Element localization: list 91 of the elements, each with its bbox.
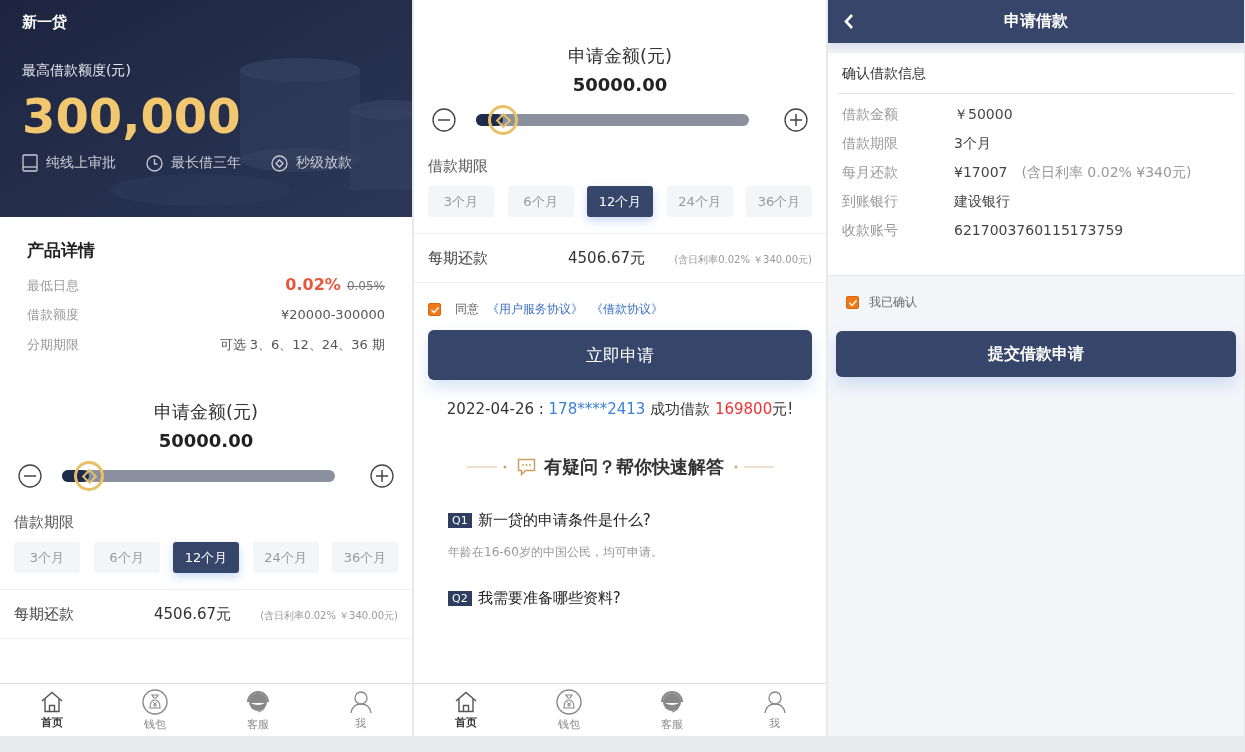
- app-title: 新一贷: [22, 13, 67, 32]
- limit-amount: 300,000: [22, 87, 241, 146]
- term-option[interactable]: 3个月: [14, 542, 80, 573]
- clock-icon: [146, 154, 163, 172]
- amount-value: 50000.00: [158, 430, 254, 451]
- repayment-note: (含日利率0.02% ￥340.00元): [260, 609, 398, 623]
- faq-question[interactable]: 新一贷的申请条件是什么?: [477, 511, 651, 530]
- minus-icon[interactable]: [18, 464, 42, 488]
- limit-label: 最高借款额度(元): [22, 62, 131, 80]
- repayment-value: 4506.67元: [154, 605, 232, 624]
- agreement-link[interactable]: 《借款协议》: [591, 301, 663, 318]
- repayment-note: (含日利率0.02% ￥340.00元): [674, 253, 812, 267]
- feature-text: 秒级放款: [296, 154, 352, 172]
- info-label: 收款账号: [842, 221, 899, 240]
- tab-label[interactable]: 钱包: [143, 716, 166, 732]
- repayment-value: 4506.67元: [568, 249, 646, 268]
- agreement-link[interactable]: 《用户服务协议》: [487, 301, 583, 318]
- user-icon[interactable]: [348, 689, 373, 714]
- slider-thumb[interactable]: [488, 105, 519, 135]
- home-icon[interactable]: [453, 690, 478, 713]
- detail-value: 可选 3、6、12、24、36 期: [219, 336, 385, 354]
- agree-text: 同意: [455, 301, 479, 318]
- money-bag-icon[interactable]: [555, 688, 582, 715]
- feature-text: 纯线上审批: [46, 154, 116, 172]
- info-label: 借款期限: [842, 134, 899, 153]
- submit-button[interactable]: 提交借款申请: [836, 331, 1236, 377]
- user-icon[interactable]: [762, 689, 787, 714]
- section-title: 确认借款信息: [838, 53, 1234, 94]
- term-label: 借款期限: [14, 513, 75, 532]
- repayment-label: 每期还款: [14, 605, 75, 624]
- chat-icon: [516, 458, 536, 476]
- tab-label[interactable]: 首页: [40, 714, 63, 730]
- faq-answer: 年龄在16-60岁的中国公民，均可申请。: [448, 544, 664, 561]
- detail-label: 借款额度: [27, 306, 79, 324]
- agree-checkbox[interactable]: [428, 303, 441, 316]
- minus-icon[interactable]: [432, 108, 456, 132]
- detail-value: 0.02%: [285, 274, 341, 296]
- detail-label: 最低日息: [27, 277, 79, 295]
- info-value: ¥17007: [954, 163, 1008, 182]
- info-label: 每月还款: [842, 163, 899, 182]
- money-bag-icon[interactable]: [141, 688, 168, 715]
- info-value: 建设银行: [954, 192, 1010, 211]
- divider-ornament-icon: [466, 464, 509, 470]
- faq-heading: 有疑问？帮你快速解答: [543, 455, 724, 479]
- section-title: 产品详情: [27, 239, 96, 262]
- info-value: 6217003760115173759: [954, 221, 1124, 240]
- info-value: ￥50000: [954, 105, 1013, 124]
- tablet-icon: [22, 154, 38, 172]
- confirm-checkbox[interactable]: [846, 296, 859, 309]
- feature-text: 最长借三年: [171, 154, 241, 172]
- plus-icon[interactable]: [784, 108, 808, 132]
- page-title: 申请借款: [1004, 11, 1068, 32]
- info-value: 3个月: [954, 134, 991, 153]
- term-option[interactable]: 3个月: [428, 186, 494, 217]
- repayment-label: 每期还款: [428, 249, 489, 268]
- term-option[interactable]: 24个月: [666, 186, 733, 217]
- term-option[interactable]: 12个月: [173, 542, 239, 573]
- term-option[interactable]: 6个月: [507, 186, 574, 217]
- back-icon[interactable]: [843, 13, 854, 30]
- amount-label: 申请金额(元): [153, 400, 258, 424]
- term-option[interactable]: 12个月: [587, 186, 653, 217]
- plus-icon[interactable]: [370, 464, 394, 488]
- tab-label[interactable]: 客服: [246, 716, 269, 732]
- tab-label[interactable]: 我: [769, 715, 780, 731]
- tab-label[interactable]: 首页: [454, 714, 477, 730]
- support-agent-icon[interactable]: [658, 688, 685, 715]
- original-rate: 0.05%: [346, 278, 385, 295]
- tab-label[interactable]: 我: [355, 715, 366, 731]
- detail-value: ¥20000-300000: [281, 306, 385, 324]
- slider-thumb[interactable]: [74, 461, 105, 491]
- amount-value: 50000.00: [572, 74, 668, 95]
- term-option[interactable]: 36个月: [332, 542, 398, 573]
- term-option[interactable]: 24个月: [252, 542, 319, 573]
- tab-label[interactable]: 钱包: [557, 716, 580, 732]
- amount-label: 申请金额(元): [567, 44, 672, 68]
- info-note: (含日利率 0.02% ¥340元): [1021, 163, 1192, 182]
- term-label: 借款期限: [428, 157, 489, 176]
- detail-label: 分期期限: [27, 336, 79, 354]
- info-label: 到账银行: [842, 192, 899, 211]
- term-option[interactable]: 36个月: [746, 186, 812, 217]
- faq-question[interactable]: 我需要准备哪些资料?: [477, 589, 621, 608]
- home-icon[interactable]: [39, 690, 64, 713]
- tab-label[interactable]: 客服: [660, 716, 683, 732]
- confirm-text: 我已确认: [869, 294, 917, 311]
- question-badge: Q2: [448, 591, 472, 606]
- apply-button[interactable]: 立即申请: [428, 330, 812, 380]
- support-agent-icon[interactable]: [244, 688, 271, 715]
- loan-ticker: 2022-04-26 : 178****2413 成功借款 169800元!: [446, 400, 794, 419]
- question-badge: Q1: [448, 513, 472, 528]
- info-label: 借款金额: [842, 105, 899, 124]
- term-option[interactable]: 6个月: [93, 542, 160, 573]
